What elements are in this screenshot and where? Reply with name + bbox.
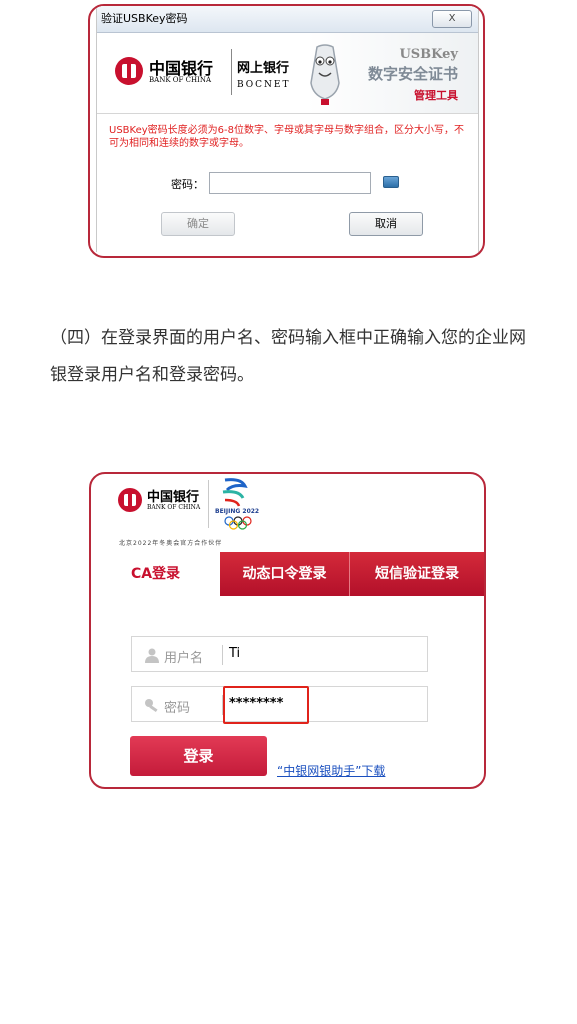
helper-download-link[interactable]: “中银网银助手”下载 (277, 762, 385, 779)
bank-name-en: BANK OF CHINA (149, 76, 212, 84)
confirm-button[interactable]: 确定 (161, 212, 235, 236)
password-rule-warning: USBKey密码长度必须为6-8位数字、字母或其字母与数字组合，区分大小写，不可… (109, 125, 464, 149)
cert-subtitle: 管理工具 (414, 89, 458, 102)
bank-name-cn: 中国银行 (147, 490, 200, 505)
usbkey-mascot-icon (310, 44, 340, 105)
password-highlight-box (223, 686, 309, 724)
usbkey-dialog-screenshot: 验证USBKey密码 X 中国银行 BANK OF CHINA 网上银行 BOC… (88, 4, 485, 258)
tab-ca-login[interactable]: CA登录 (91, 552, 220, 596)
cert-title-cn: 数字安全证书 (367, 65, 458, 83)
boc-logo-icon (118, 488, 142, 512)
username-field[interactable]: 用户名 Ti (131, 636, 428, 672)
olympic-partner-text: 北京2022年冬奥会官方合作伙伴 (119, 540, 223, 547)
bank-name-en: BANK OF CHINA (147, 504, 201, 511)
tab-sms-login[interactable]: 短信验证登录 (350, 552, 484, 596)
dialog-title: 验证USBKey密码 (101, 12, 188, 25)
login-button[interactable]: 登录 (130, 736, 267, 776)
usbkey-password-input[interactable] (209, 172, 371, 194)
tab-dynamic-token-login[interactable]: 动态口令登录 (220, 552, 350, 596)
instruction-text: （四）在登录界面的用户名、密码输入框中正确输入您的企业网银登录用户名和登录密码。 (50, 328, 526, 385)
bocnet-cn: 网上银行 (237, 61, 290, 76)
password-label: 密码 (164, 701, 191, 716)
login-tabs: CA登录 动态口令登录 短信验证登录 (91, 552, 484, 596)
dialog-titlebar: 验证USBKey密码 X (97, 6, 478, 33)
cancel-button[interactable]: 取消 (349, 212, 423, 236)
olympic-text: BEIJING 2022 (215, 508, 259, 515)
cert-title: USBKey 数字安全证书 管理工具 (368, 47, 458, 103)
close-icon: X (448, 13, 456, 24)
usbkey-password-label: 密码： (171, 178, 204, 191)
close-button[interactable]: X (432, 10, 472, 28)
dialog-banner: 中国银行 BANK OF CHINA 网上银行 BOCNET USBKey 数字… (97, 33, 478, 114)
boc-logo: 中国银行 BANK OF CHINA (115, 55, 235, 95)
soft-keyboard-icon[interactable] (383, 176, 399, 188)
logo-divider (231, 49, 232, 95)
usbkey-dialog-window: 验证USBKey密码 X 中国银行 BANK OF CHINA 网上银行 BOC… (96, 6, 479, 252)
user-icon (145, 648, 159, 663)
username-value: Ti (229, 646, 241, 661)
login-screenshot: 中国银行 BANK OF CHINA BEIJING 2022 北京2022年冬… (89, 472, 486, 789)
key-icon (145, 699, 158, 713)
boc-logo-icon (115, 57, 143, 85)
cert-title-en: USBKey (399, 47, 458, 62)
logo-divider (208, 480, 209, 528)
olympic-emblem-icon: BEIJING 2022 (215, 478, 259, 530)
username-label: 用户名 (164, 651, 204, 666)
bocnet-en: BOCNET (237, 80, 291, 90)
field-divider (222, 645, 223, 665)
login-header: 中国银行 BANK OF CHINA BEIJING 2022 北京2022年冬… (91, 474, 484, 552)
bocnet-logo: 网上银行 BOCNET (237, 57, 291, 90)
